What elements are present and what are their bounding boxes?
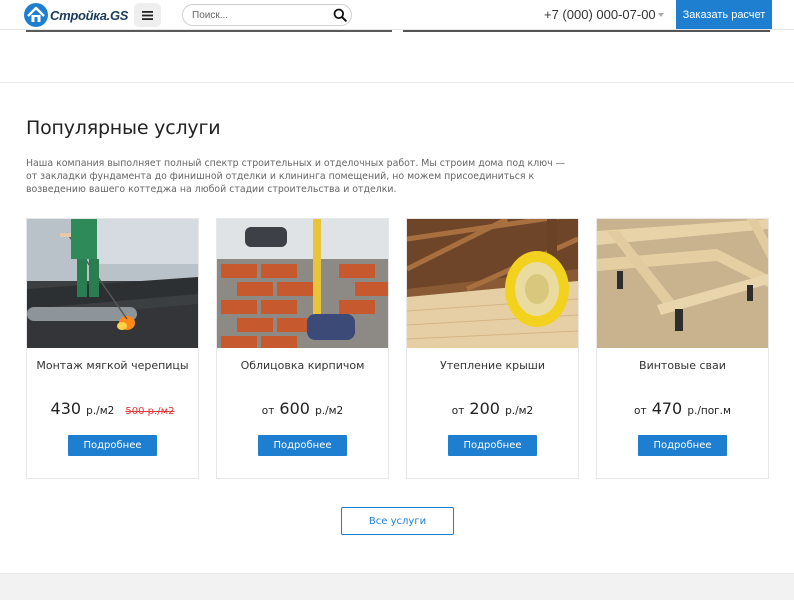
- details-button[interactable]: Подробнее: [448, 435, 537, 456]
- site-header: Стройка.GS +7 (000) 000-07-00 Заказать р…: [0, 0, 794, 30]
- order-calculation-button[interactable]: Заказать расчет: [676, 0, 772, 29]
- service-card-brick-cladding[interactable]: Облицовка кирпичом от 600 р./м2 Подробне…: [216, 218, 389, 479]
- phone-number[interactable]: +7 (000) 000-07-00: [544, 7, 656, 22]
- hamburger-icon: [142, 10, 153, 20]
- card-price: от 600 р./м2: [217, 399, 388, 418]
- price-unit: р./м2: [505, 405, 534, 417]
- price-unit: р./м2: [315, 405, 344, 417]
- price-prefix: от: [634, 405, 647, 417]
- card-title[interactable]: Облицовка кирпичом: [217, 359, 388, 372]
- price-value: 430: [50, 399, 82, 418]
- card-title[interactable]: Утепление крыши: [407, 359, 578, 372]
- service-image-piles[interactable]: [597, 219, 768, 348]
- service-card-screw-piles[interactable]: Винтовые сваи от 470 р./пог.м Подробнее: [596, 218, 769, 479]
- next-section-band: [0, 573, 794, 600]
- price-unit: р./пог.м: [687, 405, 731, 417]
- details-button[interactable]: Подробнее: [258, 435, 347, 456]
- service-card-soft-roofing[interactable]: Монтаж мягкой черепицы 430 р./м2 500 р./…: [26, 218, 199, 479]
- card-title[interactable]: Монтаж мягкой черепицы: [27, 359, 198, 372]
- search-input[interactable]: [192, 8, 322, 23]
- service-image-insulation[interactable]: [407, 219, 578, 348]
- service-card-roof-insulation[interactable]: Утепление крыши от 200 р./м2 Подробнее: [406, 218, 579, 479]
- service-image-roofing[interactable]: [27, 219, 198, 348]
- house-logo-icon: [24, 3, 48, 27]
- card-price: от 470 р./пог.м: [597, 399, 768, 418]
- logo-text: Стройка.GS: [50, 7, 129, 23]
- search-icon[interactable]: [333, 8, 347, 22]
- card-price: 430 р./м2 500 р./м2: [27, 399, 198, 418]
- price-unit: р./м2: [86, 405, 115, 417]
- price-prefix: от: [451, 405, 465, 417]
- menu-button[interactable]: [134, 3, 161, 27]
- price-prefix: от: [261, 405, 275, 417]
- all-services-button[interactable]: Все услуги: [341, 507, 454, 535]
- price-value: 600: [279, 399, 310, 418]
- phone-dropdown-caret-icon[interactable]: [658, 13, 664, 17]
- details-button[interactable]: Подробнее: [638, 435, 727, 456]
- service-image-brick[interactable]: [217, 219, 388, 348]
- section-title: Популярные услуги: [26, 117, 221, 139]
- price-value: 470: [651, 399, 683, 418]
- card-price: от 200 р./м2: [407, 399, 578, 418]
- card-title[interactable]: Винтовые сваи: [597, 359, 768, 372]
- old-price: 500 р./м2: [125, 406, 175, 417]
- details-button[interactable]: Подробнее: [68, 435, 157, 456]
- search-box: [182, 4, 352, 26]
- price-value: 200: [469, 399, 500, 418]
- section-divider: [0, 82, 794, 83]
- section-description: Наша компания выполняет полный спектр ст…: [26, 158, 565, 195]
- logo[interactable]: Стройка.GS: [23, 2, 128, 28]
